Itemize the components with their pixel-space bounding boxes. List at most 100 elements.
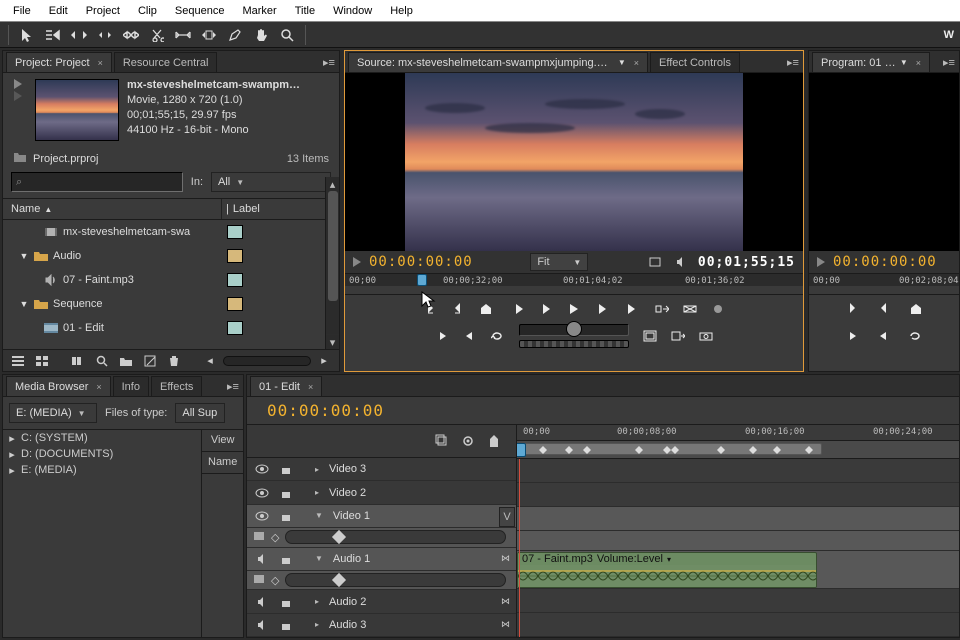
rate-stretch-tool[interactable] — [119, 24, 143, 46]
project-scrollbar[interactable]: ▴▾ — [325, 177, 339, 349]
speaker-icon[interactable] — [253, 551, 271, 567]
eye-icon[interactable] — [253, 508, 271, 524]
timeline-track-v3[interactable] — [517, 459, 959, 483]
tab-effect-controls[interactable]: Effect Controls — [650, 52, 740, 72]
zoom-tool[interactable] — [275, 24, 299, 46]
play-preview-icon[interactable] — [14, 79, 22, 89]
drive-dropdown[interactable]: E: (MEDIA)▼ — [9, 403, 97, 423]
column-view[interactable]: View — [202, 430, 243, 452]
audio1-keyframe-row[interactable]: ◇ — [247, 571, 516, 590]
tree-item[interactable]: mx-steveshelmetcam-swa — [3, 220, 339, 244]
source-in-timecode[interactable]: 00:00:00:00 — [369, 254, 473, 270]
rolling-edit-tool[interactable] — [93, 24, 117, 46]
lock-icon[interactable] — [277, 485, 295, 501]
track-header-video1[interactable]: ▼Video 1 — [247, 505, 516, 528]
safe-margins-icon[interactable] — [639, 326, 661, 346]
speaker-icon[interactable] — [253, 594, 271, 610]
list-view-icon[interactable] — [7, 352, 29, 370]
label-swatch[interactable] — [227, 249, 243, 263]
timeline-track-v1[interactable] — [517, 507, 959, 531]
keyframe-mode-icon[interactable]: ◇ — [271, 574, 279, 587]
track-header-audio3[interactable]: ▸Audio 3 ⋈ — [247, 614, 516, 637]
label-swatch[interactable] — [227, 321, 243, 335]
marker-bar-icon[interactable] — [484, 432, 504, 450]
source-playhead[interactable] — [415, 274, 429, 294]
label-swatch[interactable] — [227, 225, 243, 239]
tree-item[interactable]: 07 - Faint.mp3 — [3, 268, 339, 292]
close-icon[interactable]: × — [634, 58, 639, 68]
tab-project[interactable]: Project: Project× — [6, 52, 112, 72]
lock-icon[interactable] — [277, 508, 295, 524]
slide-tool[interactable] — [197, 24, 221, 46]
output-icon[interactable] — [646, 254, 664, 270]
tab-info[interactable]: Info — [113, 376, 149, 396]
menu-window[interactable]: Window — [324, 0, 381, 22]
go-next-marker-icon[interactable] — [459, 326, 481, 346]
linked-selection-icon[interactable] — [458, 432, 478, 450]
mark-in-icon[interactable] — [419, 299, 441, 319]
loop-icon[interactable] — [487, 326, 509, 346]
in-filter-dropdown[interactable]: All▼ — [211, 172, 331, 192]
lock-icon[interactable] — [277, 461, 295, 477]
program-preview[interactable] — [809, 73, 959, 251]
menu-clip[interactable]: Clip — [129, 0, 166, 22]
mark-in-icon[interactable] — [841, 299, 863, 319]
export-frame-icon[interactable] — [707, 299, 729, 319]
column-name[interactable]: Name▲ — [3, 203, 60, 215]
shuttle-slider[interactable] — [519, 340, 629, 348]
project-search-input[interactable]: ⌕ — [11, 172, 183, 192]
track-output-icon[interactable] — [253, 531, 265, 544]
selection-tool[interactable] — [15, 24, 39, 46]
loop-icon[interactable] — [905, 326, 927, 346]
marker-icon[interactable] — [905, 299, 927, 319]
eye-icon[interactable] — [253, 485, 271, 501]
new-bin-icon[interactable] — [115, 352, 137, 370]
go-prev-marker-icon[interactable] — [841, 326, 863, 346]
razor-tool[interactable] — [145, 24, 169, 46]
timeline-ruler[interactable]: 00;00 00;00;08;00 00;00;16;00 00;00;24;0… — [517, 425, 959, 441]
tab-program[interactable]: Program: 01 - Edit▼× — [812, 52, 930, 72]
pen-tool[interactable] — [223, 24, 247, 46]
output-settings-icon[interactable] — [667, 326, 689, 346]
tab-effects[interactable]: Effects — [151, 376, 202, 396]
timeline-track-a3[interactable] — [517, 613, 959, 637]
drive-item[interactable]: ▸C: (SYSTEM) — [3, 430, 201, 446]
ripple-edit-tool[interactable] — [67, 24, 91, 46]
menu-help[interactable]: Help — [381, 0, 422, 22]
menu-sequence[interactable]: Sequence — [166, 0, 234, 22]
audio-icon[interactable] — [672, 254, 690, 270]
find-icon[interactable] — [91, 352, 113, 370]
video-source-patch[interactable]: V — [499, 507, 515, 527]
track-header-audio2[interactable]: ▸Audio 2 ⋈ — [247, 590, 516, 613]
close-icon[interactable]: × — [308, 382, 313, 392]
hand-tool[interactable] — [249, 24, 273, 46]
track-select-tool[interactable] — [41, 24, 65, 46]
snap-icon[interactable] — [432, 432, 452, 450]
step-back-icon[interactable] — [535, 299, 557, 319]
step-forward-icon[interactable] — [591, 299, 613, 319]
track-output-icon[interactable] — [253, 574, 265, 587]
marker-icon[interactable] — [475, 299, 497, 319]
track-header-video2[interactable]: ▸Video 2 — [247, 481, 516, 504]
speaker-icon[interactable] — [253, 617, 271, 633]
scroll-right-icon[interactable]: ▸ — [313, 352, 335, 370]
panel-menu-icon[interactable]: ▸≡ — [939, 52, 959, 72]
icon-view-icon[interactable] — [31, 352, 53, 370]
track-header-video3[interactable]: ▸Video 3 — [247, 458, 516, 481]
tree-folder[interactable]: ▼ Audio — [3, 244, 339, 268]
menu-marker[interactable]: Marker — [233, 0, 285, 22]
mark-out-icon[interactable] — [873, 299, 895, 319]
drive-item[interactable]: ▸D: (DOCUMENTS) — [3, 446, 201, 462]
insert-icon[interactable] — [651, 299, 673, 319]
jog-slider[interactable] — [519, 324, 629, 336]
panel-menu-icon[interactable]: ▸≡ — [223, 376, 243, 396]
menu-project[interactable]: Project — [77, 0, 129, 22]
overwrite-icon[interactable] — [679, 299, 701, 319]
tab-media-browser[interactable]: Media Browser× — [6, 376, 111, 396]
tab-source[interactable]: Source: mx-steveshelmetcam-swampmxjumpin… — [348, 52, 648, 72]
menu-file[interactable]: File — [4, 0, 40, 22]
delete-icon[interactable] — [163, 352, 185, 370]
twisty-icon[interactable]: ▼ — [19, 251, 29, 261]
column-name[interactable]: Name — [202, 452, 243, 474]
keyframe-mode-icon[interactable]: ◇ — [271, 531, 279, 544]
